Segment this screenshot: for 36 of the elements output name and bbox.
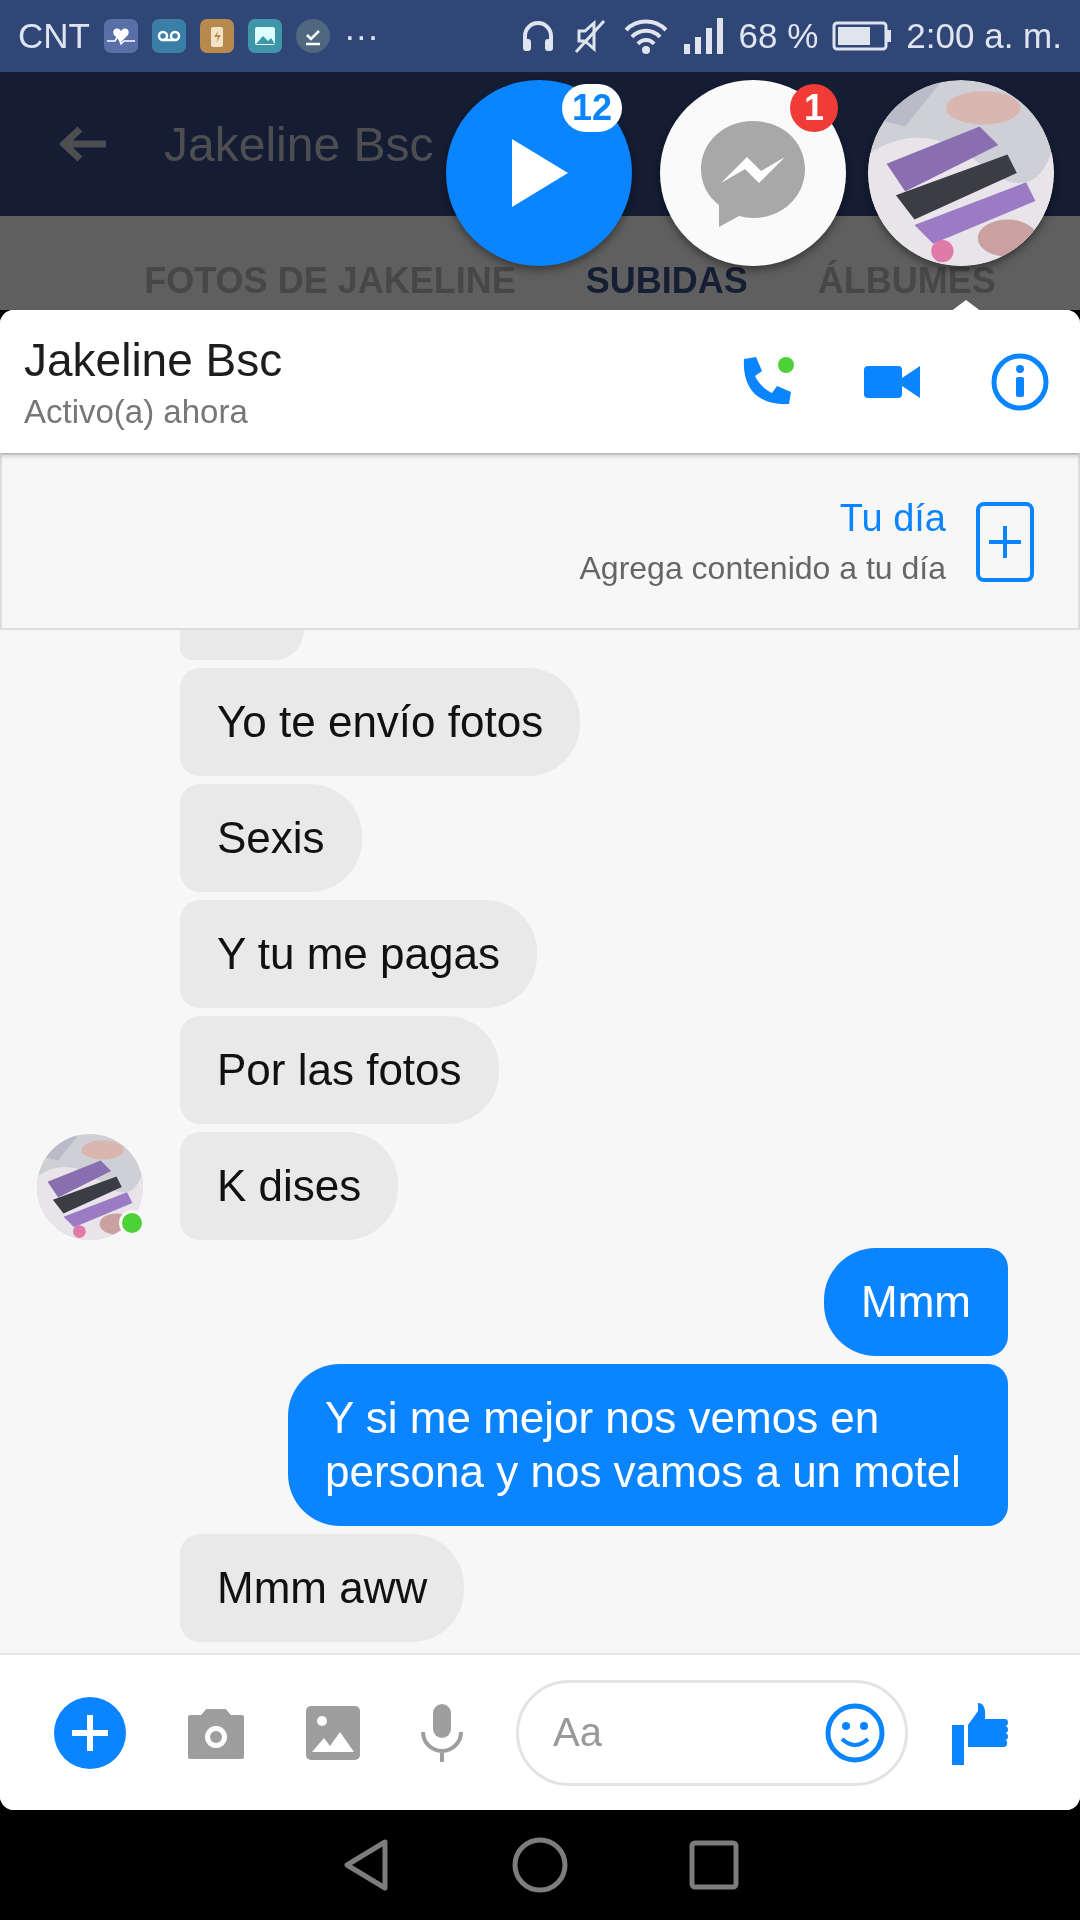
info-icon[interactable] (990, 351, 1050, 412)
message-bubble: Yo te envío fotos (180, 668, 581, 776)
message-bubble: Y tu me pagas (180, 900, 537, 1008)
message-bubble: Y si me mejor nos vemos en persona y nos vamos a un motel (288, 1364, 1008, 1526)
voicemail-icon (151, 19, 186, 53)
battery-icon (832, 21, 893, 51)
message-bubble: Por las fotos (180, 1016, 499, 1124)
check-icon (295, 19, 330, 53)
wifi-icon (622, 18, 669, 54)
battery-level: 68 % (738, 16, 819, 56)
home-icon[interactable] (511, 1836, 569, 1894)
add-story-button[interactable] (976, 501, 1034, 582)
recent-apps-icon[interactable] (689, 1840, 739, 1890)
back-icon[interactable] (341, 1838, 391, 1892)
plus-icon[interactable] (54, 1696, 126, 1769)
heart-rate-icon (103, 19, 138, 53)
battery-app-icon (199, 19, 234, 53)
contact-name: Jakeline Bsc (24, 332, 284, 387)
message-bubble: Sexis (180, 784, 362, 892)
emoji-icon[interactable] (824, 1701, 886, 1764)
story-title[interactable]: Tu día (839, 496, 946, 540)
story-hint: Agrega contenido a tu día (579, 549, 946, 587)
image-icon[interactable] (306, 1705, 360, 1760)
tab[interactable]: SUBIDAS (585, 262, 748, 300)
message-bubble: Mmm (824, 1248, 1008, 1356)
page-title: Jakeline Bsc (164, 116, 434, 172)
message-input-field[interactable]: Aa (516, 1679, 908, 1786)
more-notifications-icon: ··· (343, 16, 379, 56)
microphone-icon[interactable] (420, 1703, 464, 1762)
carrier-name: CNT (18, 16, 90, 56)
active-status: Activo(a) ahora (24, 392, 249, 431)
message-bubble: Mmm aww (180, 1534, 465, 1642)
clock-time: 2:00 a. m. (906, 16, 1062, 56)
gallery-icon (247, 19, 282, 53)
message-bubble: K dises (180, 1132, 399, 1240)
signal-icon (682, 18, 725, 54)
